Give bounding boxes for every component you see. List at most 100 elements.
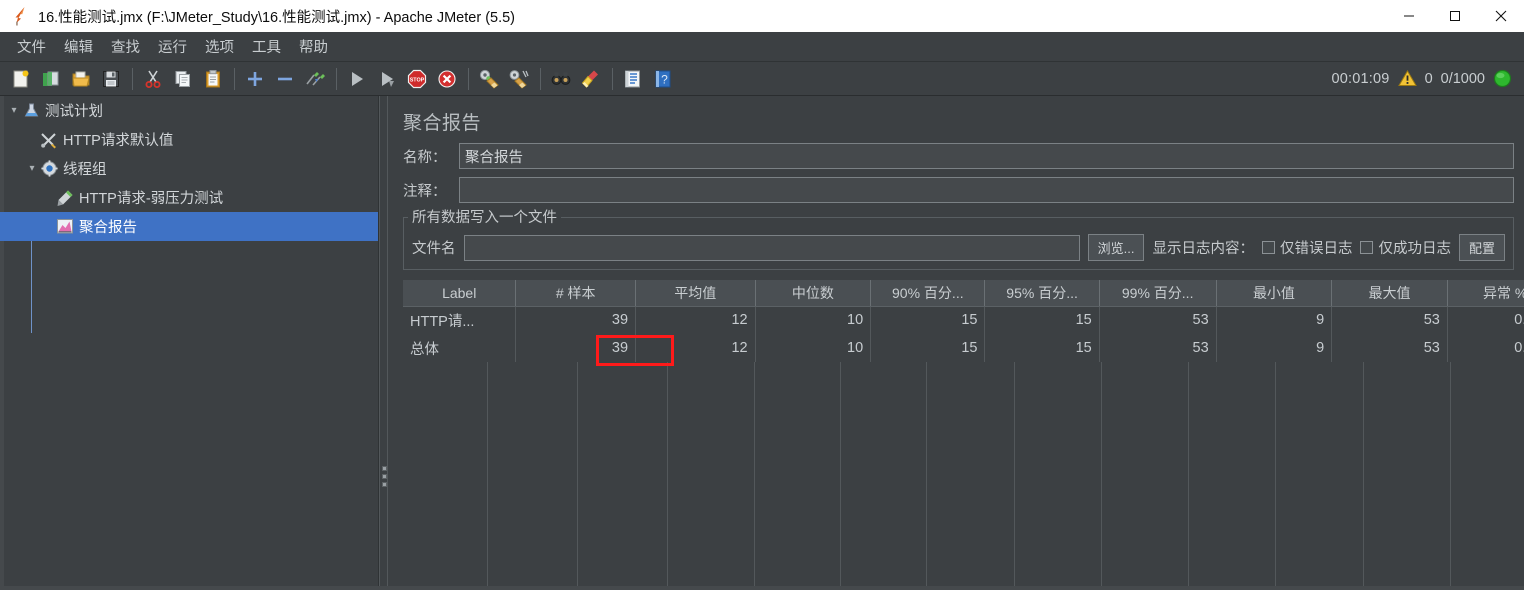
filename-label: 文件名 — [412, 241, 456, 257]
table-header-cell[interactable]: 90% 百分... — [870, 280, 986, 307]
thread-group-icon — [40, 160, 58, 178]
table-header-cell[interactable]: 最大值 — [1331, 280, 1448, 307]
menu-run[interactable]: 运行 — [149, 33, 196, 60]
table-cell[interactable]: 15 — [984, 334, 1100, 362]
window-title: 16.性能测试.jmx (F:\JMeter_Study\16.性能测试.jmx… — [38, 9, 516, 26]
chevron-down-icon[interactable]: ▾ — [24, 161, 40, 177]
table-cell[interactable]: 0.00% — [1447, 334, 1524, 362]
table-cell[interactable]: 15 — [870, 334, 986, 362]
tree-item-http-defaults[interactable]: HTTP请求默认值 — [0, 125, 378, 154]
table-body: HTTP请...3912101515539530.00%34.2/min1.30… — [403, 306, 1524, 362]
table-header-cell[interactable]: 最小值 — [1216, 280, 1333, 307]
reset-search-icon[interactable] — [578, 66, 604, 92]
paste-icon[interactable] — [200, 66, 226, 92]
group-title: 所有数据写入一个文件 — [412, 210, 557, 226]
configure-button[interactable]: 配置 — [1458, 234, 1505, 261]
success-only-checkbox-wrap[interactable]: 仅成功日志 — [1360, 237, 1451, 258]
tree-item-thread-group[interactable]: ▾ 线程组 — [0, 154, 378, 183]
table-cell[interactable]: 53 — [1331, 306, 1448, 334]
cut-icon[interactable] — [140, 66, 166, 92]
start-no-pauses-icon[interactable] — [374, 66, 400, 92]
menu-options[interactable]: 选项 — [196, 33, 243, 60]
table-cell[interactable]: 12 — [635, 334, 756, 362]
grip-dot — [382, 465, 387, 471]
table-row[interactable]: 总体3912101515539530.00%34.2/min1.300.08 — [403, 334, 1524, 362]
table-cell[interactable]: 10 — [755, 306, 872, 334]
elapsed-timer: 00:01:09 — [1331, 70, 1390, 87]
search-icon[interactable] — [548, 66, 574, 92]
table-cell[interactable]: 53 — [1331, 334, 1448, 362]
table-cell[interactable]: 总体 — [403, 334, 517, 362]
table-header-cell[interactable]: 中位数 — [755, 280, 872, 307]
expand-all-icon[interactable] — [242, 66, 268, 92]
collapse-all-icon[interactable] — [272, 66, 298, 92]
shutdown-icon[interactable] — [434, 66, 460, 92]
page-title: 聚合报告 — [403, 113, 482, 134]
help-icon[interactable]: ? — [650, 66, 676, 92]
menu-help[interactable]: 帮助 — [290, 33, 337, 60]
tree-item-aggregate-report[interactable]: 聚合报告 — [0, 212, 378, 241]
browse-button[interactable]: 浏览... — [1087, 234, 1145, 261]
aggregate-report-panel: 聚合报告 名称： 聚合报告 注释： 所有数据写入一个文件 文件名 浏览... 显… — [388, 96, 1524, 590]
table-header-cell[interactable]: 平均值 — [635, 280, 756, 307]
menu-edit[interactable]: 编辑 — [55, 33, 102, 60]
table-header-cell[interactable]: 异常 % — [1447, 280, 1524, 307]
start-icon[interactable] — [344, 66, 370, 92]
maximize-button[interactable] — [1432, 0, 1478, 32]
table-cell[interactable]: 9 — [1216, 334, 1333, 362]
tree-item-test-plan[interactable]: ▾ 测试计划 — [0, 96, 378, 125]
splitter-grip[interactable] — [381, 456, 388, 496]
table-cell[interactable]: 15 — [870, 306, 986, 334]
table-cell[interactable]: 9 — [1216, 306, 1333, 334]
table-cell[interactable]: 53 — [1099, 306, 1217, 334]
table-header-cell[interactable]: 99% 百分... — [1099, 280, 1217, 307]
errors-only-label: 仅错误日志 — [1279, 241, 1353, 257]
close-button[interactable] — [1478, 0, 1524, 32]
success-only-checkbox[interactable] — [1360, 241, 1374, 254]
success-only-label: 仅成功日志 — [1378, 241, 1451, 257]
errors-only-checkbox[interactable] — [1261, 241, 1275, 254]
templates-icon[interactable] — [38, 66, 64, 92]
table-cell[interactable]: 39 — [515, 334, 637, 362]
table-cell[interactable]: HTTP请... — [403, 306, 517, 334]
function-helper-icon[interactable] — [620, 66, 646, 92]
table-cell[interactable]: 53 — [1099, 334, 1217, 362]
table-grid-line — [754, 362, 755, 588]
table-cell[interactable]: 15 — [984, 306, 1100, 334]
http-request-icon — [56, 189, 74, 207]
menu-tools[interactable]: 工具 — [243, 33, 290, 60]
name-input[interactable]: 聚合报告 — [459, 143, 1514, 169]
filename-input[interactable] — [463, 234, 1080, 261]
new-icon[interactable] — [8, 66, 34, 92]
table-cell[interactable]: 10 — [755, 334, 872, 362]
save-icon[interactable] — [98, 66, 124, 92]
tree-item-http-request[interactable]: HTTP请求-弱压力测试 — [0, 183, 378, 212]
results-table: Label # 样本 平均值 中位数 90% 百分... 95% 百分... 99% 百分.… — [403, 280, 1524, 362]
open-icon[interactable] — [68, 66, 94, 92]
table-row[interactable]: HTTP请...3912101515539530.00%34.2/min1.30… — [403, 306, 1524, 334]
main-split-pane: ▾ 测试计划 HTTP请求默认值 ▾ 线程组 HTTP请求-弱压力测试 聚合报告… — [0, 96, 1524, 590]
error-count: 0 — [1424, 70, 1433, 87]
chevron-down-icon[interactable]: ▾ — [6, 103, 22, 119]
table-head: Label # 样本 平均值 中位数 90% 百分... 95% 百分... 99% 百分.… — [403, 280, 1524, 307]
menu-file[interactable]: 文件 — [8, 33, 55, 60]
minimize-button[interactable] — [1386, 0, 1432, 32]
toggle-icon[interactable] — [302, 66, 328, 92]
clear-icon[interactable] — [476, 66, 502, 92]
table-header-cell[interactable]: # 样本 — [515, 280, 637, 307]
panel-splitter[interactable] — [379, 96, 388, 590]
clear-all-icon[interactable] — [506, 66, 532, 92]
errors-only-checkbox-wrap[interactable]: 仅错误日志 — [1261, 237, 1353, 258]
warning-triangle-icon[interactable] — [1397, 70, 1417, 87]
stop-icon[interactable]: STOP — [404, 66, 430, 92]
menu-search[interactable]: 查找 — [102, 33, 149, 60]
table-header-cell[interactable]: 95% 百分... — [984, 280, 1100, 307]
copy-icon[interactable] — [170, 66, 196, 92]
table-header-cell[interactable]: Label — [403, 280, 517, 307]
table-cell[interactable]: 0.00% — [1447, 306, 1524, 334]
test-plan-tree: ▾ 测试计划 HTTP请求默认值 ▾ 线程组 HTTP请求-弱压力测试 聚合报告 — [0, 96, 379, 590]
table-cell[interactable]: 12 — [635, 306, 756, 334]
comment-input[interactable] — [459, 177, 1514, 203]
table-cell[interactable]: 39 — [515, 306, 637, 334]
jmeter-feather-icon — [12, 6, 30, 26]
